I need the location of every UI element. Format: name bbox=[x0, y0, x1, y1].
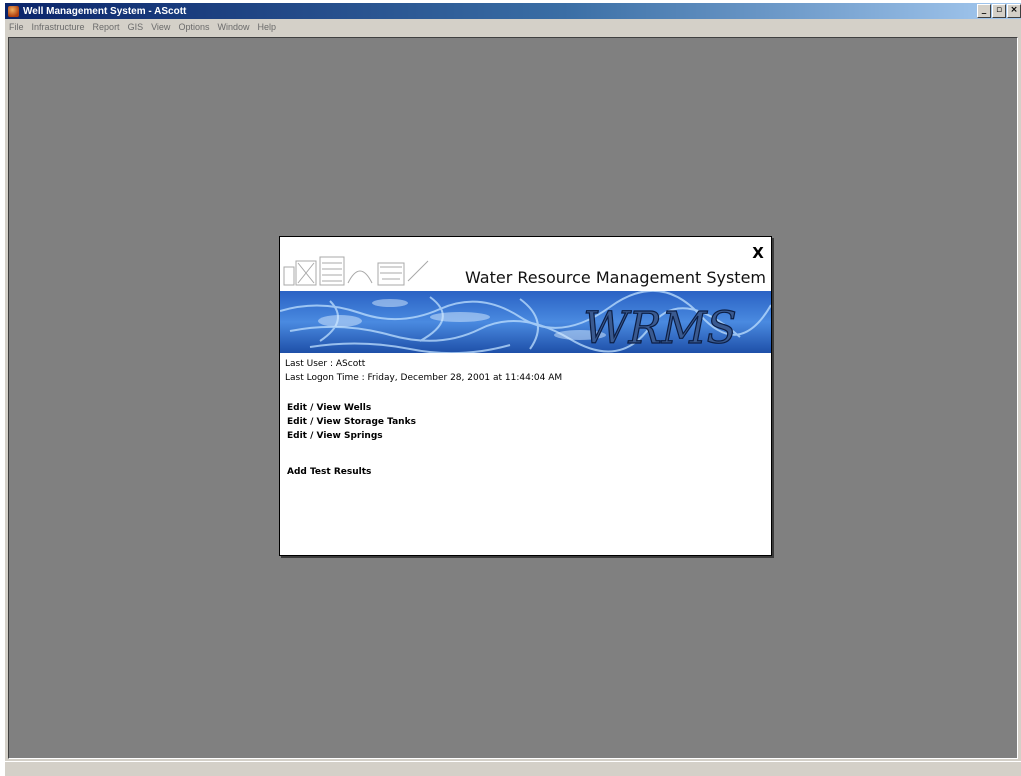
edit-view-wells-link[interactable]: Edit / View Wells bbox=[287, 403, 371, 413]
edit-view-storage-tanks-link[interactable]: Edit / View Storage Tanks bbox=[287, 417, 416, 427]
edit-view-springs-link[interactable]: Edit / View Springs bbox=[287, 431, 383, 441]
minimize-icon[interactable]: _ bbox=[977, 4, 991, 18]
water-banner-image: WRMS bbox=[280, 291, 771, 353]
app-window: Well Management System - AScott _ ▫ × Fi… bbox=[5, 3, 1021, 776]
menu-infrastructure[interactable]: Infrastructure bbox=[28, 22, 89, 32]
banner-logo-text: WRMS bbox=[583, 303, 737, 353]
title-bar[interactable]: Well Management System - AScott _ ▫ × bbox=[5, 3, 1021, 19]
app-icon[interactable] bbox=[8, 5, 19, 17]
last-user-text: Last User : AScott bbox=[285, 359, 366, 369]
window-title: Well Management System - AScott bbox=[23, 5, 187, 17]
menu-window[interactable]: Window bbox=[213, 22, 253, 32]
add-test-results-link[interactable]: Add Test Results bbox=[287, 467, 371, 477]
menu-help[interactable]: Help bbox=[253, 22, 280, 32]
menu-file[interactable]: File bbox=[5, 22, 28, 32]
dialog-close-button[interactable]: X bbox=[751, 245, 765, 261]
sketch-logo bbox=[283, 256, 429, 286]
system-title: Water Resource Management System bbox=[465, 268, 766, 287]
welcome-dialog: X Water Resource Management System WRMS … bbox=[279, 236, 772, 556]
menu-view[interactable]: View bbox=[147, 22, 174, 32]
close-icon[interactable]: × bbox=[1007, 4, 1021, 18]
menu-bar: File Infrastructure Report GIS View Opti… bbox=[5, 19, 1021, 35]
menu-options[interactable]: Options bbox=[174, 22, 213, 32]
mdi-client-area: X Water Resource Management System WRMS … bbox=[8, 37, 1018, 759]
water-banner: WRMS bbox=[280, 291, 771, 353]
menu-report[interactable]: Report bbox=[89, 22, 124, 32]
last-logon-text: Last Logon Time : Friday, December 28, 2… bbox=[285, 373, 563, 383]
menu-gis[interactable]: GIS bbox=[124, 22, 148, 32]
restore-icon[interactable]: ▫ bbox=[992, 4, 1006, 18]
status-bar bbox=[5, 761, 1021, 776]
window-controls: _ ▫ × bbox=[976, 4, 1021, 18]
